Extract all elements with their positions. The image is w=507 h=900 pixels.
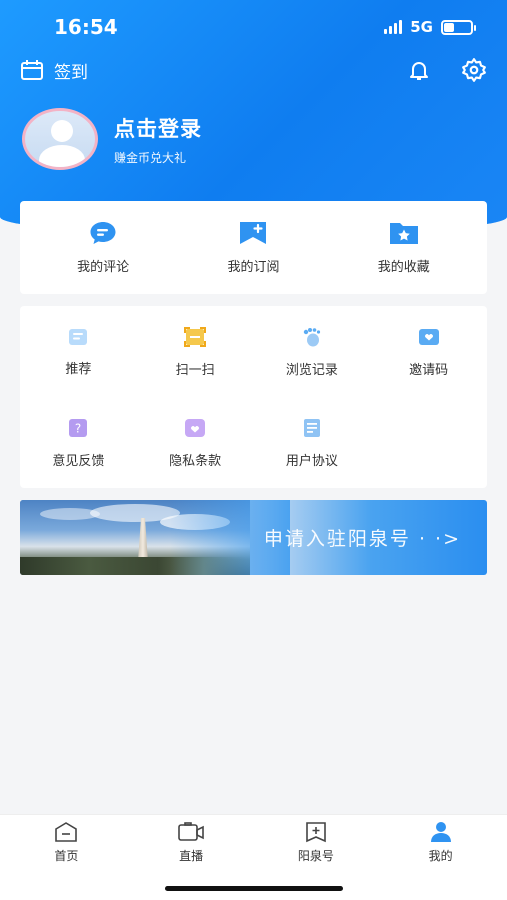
tab-mine[interactable]: 我的: [386, 821, 496, 864]
feedback-button[interactable]: ? 意见反馈: [20, 398, 137, 488]
calendar-icon: [21, 60, 43, 80]
avatar[interactable]: [22, 108, 98, 170]
favorite-folder-icon: [389, 223, 418, 244]
top-bar: 签到: [20, 56, 487, 84]
svg-text:?: ?: [75, 421, 81, 435]
feedback-icon: ?: [69, 418, 88, 437]
live-camera-icon: [178, 822, 204, 841]
banner-text: 申请入驻阳泉号 · ·>: [263, 528, 461, 550]
home-indicator[interactable]: [165, 886, 343, 891]
privacy-icon: [185, 418, 206, 437]
tab-yangquan-label: 阳泉号: [297, 849, 334, 863]
checkin-label: 签到: [54, 62, 88, 83]
status-indicators: 5G: [384, 18, 476, 36]
history-label: 浏览记录: [285, 362, 338, 378]
status-time: 16:54: [54, 15, 118, 39]
login-title[interactable]: 点击登录: [114, 113, 202, 143]
my-favorites-button[interactable]: 我的收藏: [339, 220, 469, 275]
privacy-button[interactable]: 隐私条款: [137, 398, 254, 488]
tab-home[interactable]: 首页: [11, 821, 121, 864]
privacy-label: 隐私条款: [169, 453, 222, 469]
apply-banner[interactable]: 申请入驻阳泉号 · ·>: [20, 500, 487, 575]
agreement-label: 用户协议: [285, 453, 338, 469]
services-card: 推荐 扫一扫 浏览记录 邀请码 ? 意见反馈 隐私条款 用户协议: [20, 306, 487, 488]
scan-icon: [184, 326, 207, 347]
subscribe-bookmark-icon: [240, 222, 267, 244]
tab-mine-label: 我的: [428, 849, 453, 863]
recommend-label: 推荐: [65, 361, 92, 377]
invite-icon: [418, 328, 439, 345]
history-button[interactable]: 浏览记录: [254, 306, 371, 398]
gear-icon[interactable]: [461, 57, 487, 83]
login-area[interactable]: 点击登录 赚金币兑大礼: [22, 108, 202, 170]
comment-icon: [90, 222, 116, 244]
battery-icon: [441, 19, 476, 35]
recommend-button[interactable]: 推荐: [20, 306, 137, 398]
my-comments-label: 我的评论: [77, 260, 130, 275]
scan-button[interactable]: 扫一扫: [137, 306, 254, 398]
my-comments-button[interactable]: 我的评论: [38, 220, 168, 275]
invite-code-button[interactable]: 邀请码: [370, 306, 487, 398]
invite-code-label: 邀请码: [409, 362, 449, 378]
my-subscriptions-button[interactable]: 我的订阅: [188, 220, 318, 275]
profile-icon: [430, 822, 451, 842]
agreement-button[interactable]: 用户协议: [254, 398, 371, 488]
my-subscriptions-label: 我的订阅: [227, 260, 280, 275]
checkin-button[interactable]: 签到: [20, 58, 88, 83]
my-favorites-label: 我的收藏: [377, 260, 430, 275]
agreement-icon: [303, 418, 320, 437]
tab-home-label: 首页: [54, 849, 79, 863]
footprint-icon: [303, 327, 320, 346]
feedback-label: 意见反馈: [52, 453, 105, 469]
network-type: 5G: [410, 18, 433, 36]
status-bar: 16:54 5G: [0, 0, 507, 54]
scan-label: 扫一扫: [175, 362, 215, 378]
signal-icon: [384, 20, 403, 34]
tab-yangquan[interactable]: 阳泉号: [261, 821, 371, 864]
login-subtitle: 赚金币兑大礼: [114, 150, 187, 165]
recommend-icon: [69, 328, 88, 345]
home-icon: [55, 822, 78, 842]
quick-actions-card: 我的评论 我的订阅 我的收藏: [20, 201, 487, 294]
tab-live[interactable]: 直播: [136, 821, 246, 864]
tab-live-label: 直播: [179, 849, 204, 863]
top-actions: [407, 57, 487, 83]
bell-icon[interactable]: [407, 58, 431, 82]
profile-page: 16:54 5G 签到 点击登录 赚金币兑大礼 我的评论 我的订阅 我的收藏 推…: [0, 0, 507, 900]
login-text: 点击登录 赚金币兑大礼: [114, 113, 202, 166]
yangquan-plus-icon: [306, 822, 326, 843]
